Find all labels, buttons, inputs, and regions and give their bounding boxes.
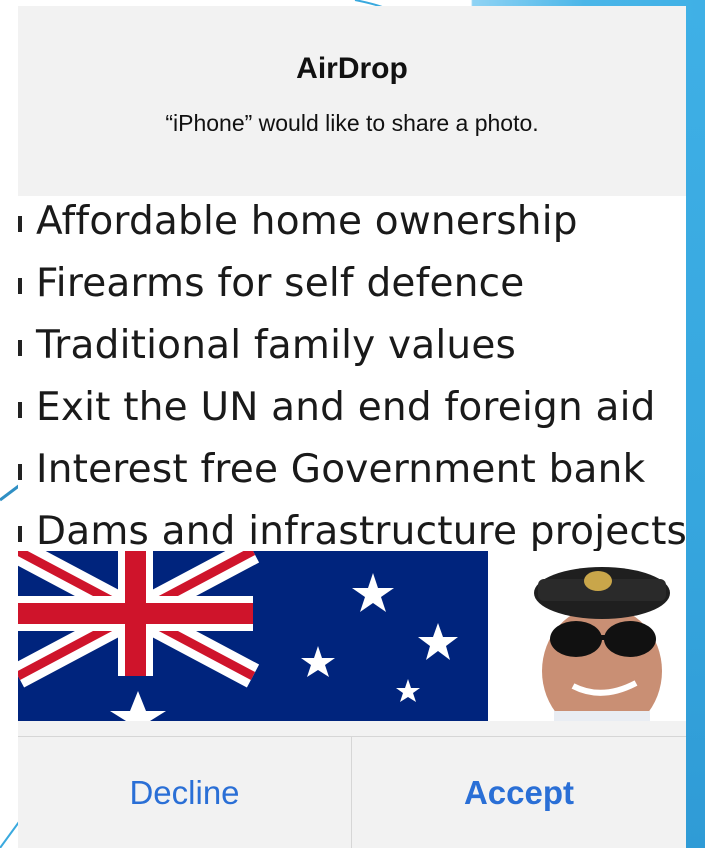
bullet-list: Affordable home ownership Firearms for s… — [18, 196, 686, 568]
bullet-icon — [18, 216, 22, 232]
photo-preview: Affordable home ownership Firearms for s… — [18, 196, 686, 721]
bullet-icon — [18, 464, 22, 480]
australian-flag-image — [18, 551, 488, 721]
bullet-icon — [18, 340, 22, 356]
bullet-text: Exit the UN and end foreign aid — [36, 385, 656, 430]
bullet-icon — [18, 278, 22, 294]
list-item: Firearms for self defence — [18, 258, 686, 320]
bullet-text: Traditional family values — [36, 323, 517, 368]
airdrop-alert: AirDrop “iPhone” would like to share a p… — [18, 6, 686, 848]
list-item: Exit the UN and end foreign aid — [18, 382, 686, 444]
accept-button[interactable]: Accept — [352, 737, 686, 848]
bullet-icon — [18, 526, 22, 542]
alert-title: AirDrop — [296, 52, 408, 85]
list-item: Affordable home ownership — [18, 196, 686, 258]
list-item: Interest free Government bank — [18, 444, 686, 506]
bullet-text: Interest free Government bank — [36, 447, 646, 492]
alert-header: AirDrop “iPhone” would like to share a p… — [18, 6, 686, 196]
bullet-text: Affordable home ownership — [36, 199, 578, 244]
person-photo — [518, 551, 686, 721]
list-item: Traditional family values — [18, 320, 686, 382]
decline-button[interactable]: Decline — [18, 737, 352, 848]
bullet-text: Firearms for self defence — [36, 261, 525, 306]
alert-message: “iPhone” would like to share a photo. — [165, 110, 539, 136]
alert-actions: Decline Accept — [18, 736, 686, 848]
bullet-icon — [18, 402, 22, 418]
